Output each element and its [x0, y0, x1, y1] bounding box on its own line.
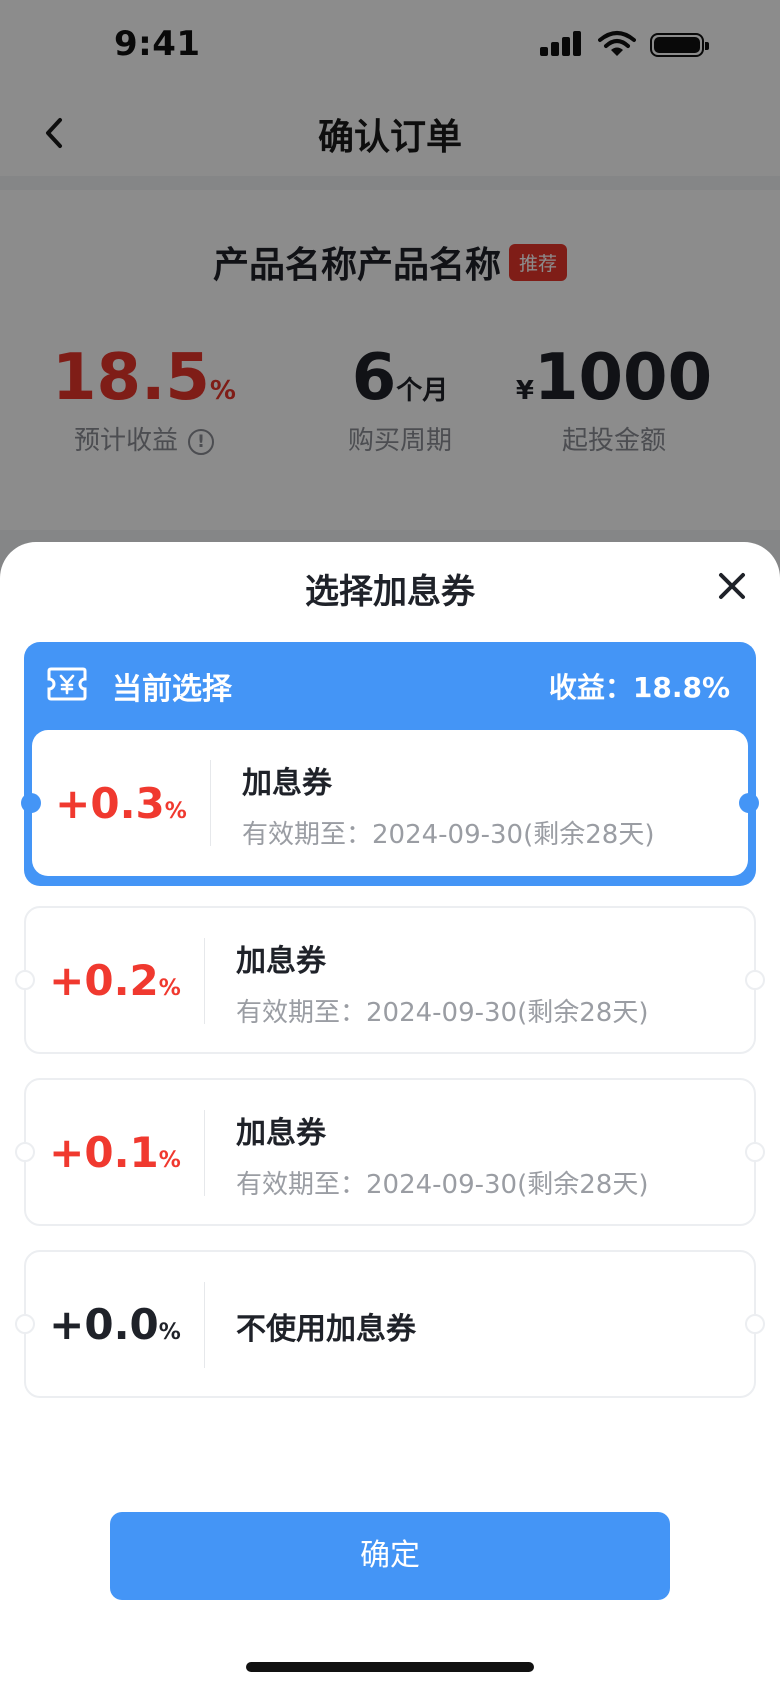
coupon-card[interactable]: +0.2% 加息券 有效期至：2024-09-30(剩余28天) — [15, 906, 765, 1054]
selected-yield: 收益：18.8% — [548, 671, 730, 704]
selected-header: 当前选择 收益：18.8% — [24, 642, 756, 726]
coupon-notch — [739, 793, 759, 813]
sheet-title: 选择加息券 — [305, 572, 475, 612]
order-confirm-page: 9:41 确认订单 产品名称产品名称 推荐 18.5% 预计收益 ! 6个月 购… — [0, 0, 780, 1688]
coupon-divider — [204, 938, 205, 1024]
home-indicator — [246, 1662, 534, 1672]
selected-coupon-panel: 当前选择 收益：18.8% +0.3% 加息券 有效期至：2024-09-30(… — [21, 642, 759, 886]
coupon-divider — [210, 760, 211, 846]
coupon-name: 加息券 — [242, 766, 332, 801]
coupon-bottom-sheet: 选择加息券 当前选择 收益：18.8% +0.3% 加息券 有效期至：2024-… — [0, 542, 780, 1688]
coupon-name: 加息券 — [236, 944, 326, 979]
coupon-divider — [204, 1110, 205, 1196]
coupon-rate: +0.2% — [26, 908, 204, 1052]
coupon-card-none[interactable]: +0.0% 不使用加息券 — [15, 1250, 765, 1398]
coupon-rate-unit: % — [158, 1147, 181, 1173]
coupon-rate-unit: % — [158, 975, 181, 1001]
coupon-expire: 有效期至：2024-09-30(剩余28天) — [242, 820, 655, 850]
coupon-rate: +0.3% — [32, 730, 210, 876]
coupon-name: 不使用加息券 — [236, 1312, 416, 1347]
coupon-notch — [745, 1314, 765, 1334]
coupon-rate-unit: % — [158, 1319, 181, 1345]
coupon-expire: 有效期至：2024-09-30(剩余28天) — [236, 1170, 649, 1200]
coupon-divider — [204, 1282, 205, 1368]
current-selection-label: 当前选择 — [112, 672, 232, 707]
coupon-rate: +0.0% — [26, 1252, 204, 1396]
coupon-expire: 有效期至：2024-09-30(剩余28天) — [236, 998, 649, 1028]
coupon-notch — [745, 970, 765, 990]
coupon-rate-value: +0.2 — [49, 955, 159, 1005]
coupon-name: 加息券 — [236, 1116, 326, 1151]
coupon-yen-icon — [47, 667, 87, 701]
coupon-card-selected[interactable]: +0.3% 加息券 有效期至：2024-09-30(剩余28天) — [21, 730, 759, 876]
confirm-button[interactable]: 确定 — [110, 1512, 670, 1600]
coupon-card[interactable]: +0.1% 加息券 有效期至：2024-09-30(剩余28天) — [15, 1078, 765, 1226]
coupon-rate-value: +0.1 — [49, 1127, 159, 1177]
coupon-rate-value: +0.0 — [49, 1299, 159, 1349]
close-icon[interactable] — [712, 566, 752, 606]
coupon-rate-value: +0.3 — [55, 778, 165, 828]
coupon-rate: +0.1% — [26, 1080, 204, 1224]
coupon-rate-unit: % — [164, 798, 187, 824]
coupon-notch — [745, 1142, 765, 1162]
